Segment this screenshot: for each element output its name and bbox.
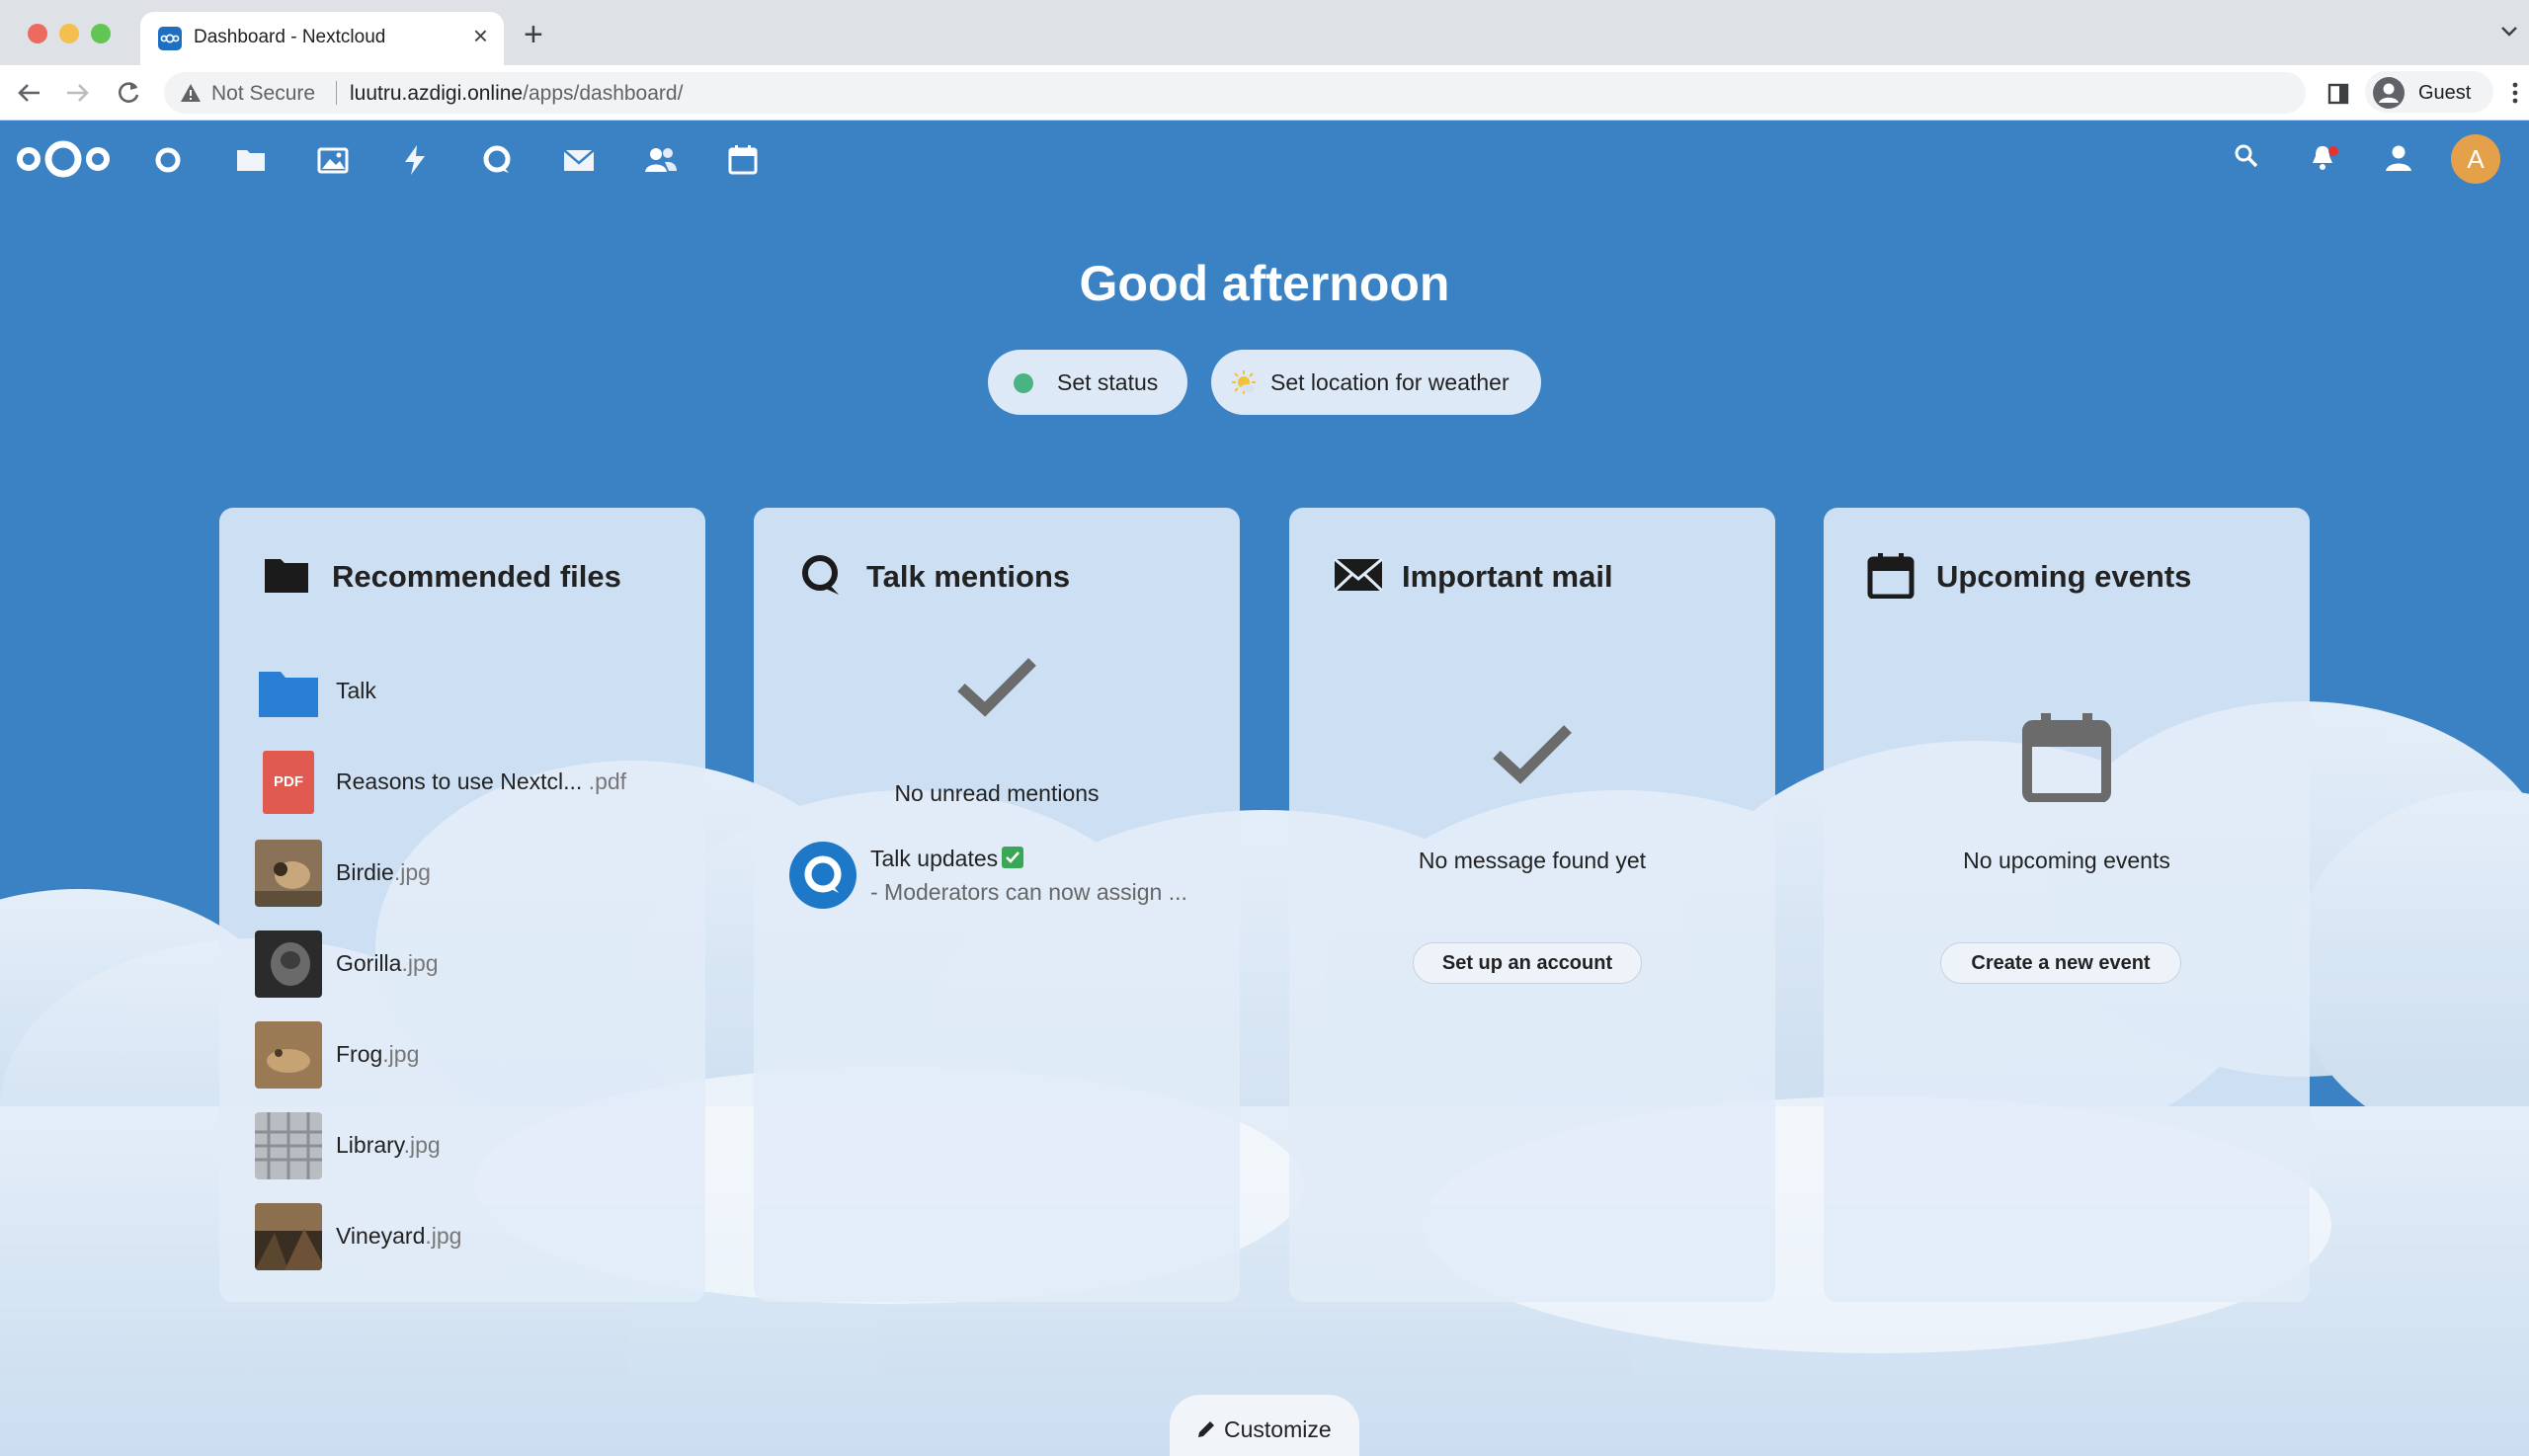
nextcloud-favicon-icon: [158, 27, 182, 50]
file-name: Frog.jpg: [336, 1041, 420, 1067]
nextcloud-header: A: [0, 121, 2529, 198]
file-item-frog[interactable]: Frog.jpg: [255, 1021, 670, 1089]
talk-item-subtitle: - Moderators can now assign ...: [870, 879, 1187, 905]
file-item-vineyard[interactable]: Vineyard.jpg: [255, 1203, 670, 1270]
user-avatar[interactable]: A: [2451, 134, 2500, 184]
photos-icon[interactable]: [315, 142, 351, 178]
file-name: Library.jpg: [336, 1132, 441, 1158]
customize-button[interactable]: Customize: [1170, 1395, 1359, 1456]
file-item-library[interactable]: Library.jpg: [255, 1112, 670, 1179]
file-item-talk[interactable]: Talk: [255, 658, 670, 725]
url-divider: [336, 81, 337, 105]
reload-icon[interactable]: [115, 79, 142, 107]
green-checkmark-icon: [1002, 847, 1024, 868]
recommended-files-widget: Recommended files Talk PDF Reasons to us…: [219, 508, 705, 1302]
talk-logo-icon: [804, 855, 842, 893]
pdf-file-icon: PDF: [255, 749, 322, 816]
greeting-title: Good afternoon: [1079, 256, 1450, 311]
address-bar[interactable]: Not Secure luutru.azdigi.online/apps/das…: [164, 72, 2306, 114]
folder-icon: [265, 559, 308, 593]
tab-search-chevron-icon[interactable]: [2499, 24, 2519, 38]
set-up-account-button[interactable]: Set up an account: [1413, 942, 1642, 984]
profile-name: Guest: [2418, 82, 2472, 104]
online-status-dot-icon: [1014, 373, 1033, 393]
search-icon[interactable]: [2233, 142, 2260, 170]
contacts-menu-icon[interactable]: [2383, 142, 2414, 174]
notification-badge: [2328, 146, 2338, 156]
new-tab-icon[interactable]: +: [524, 18, 543, 51]
browser-menu-icon[interactable]: [2511, 81, 2519, 105]
browser-tab-bar: Dashboard - Nextcloud × +: [0, 0, 2529, 65]
activity-icon[interactable]: [397, 142, 433, 178]
side-panel-icon[interactable]: [2327, 83, 2349, 105]
folder-thumbnail-icon: [259, 672, 318, 717]
files-icon[interactable]: [233, 142, 269, 178]
url-host: luutru.azdigi.online: [350, 82, 524, 105]
checkmark-icon: [1493, 725, 1572, 784]
profile-button[interactable]: Guest: [2365, 71, 2493, 113]
empty-state-text: No message found yet: [1418, 848, 1647, 873]
talk-icon[interactable]: [479, 142, 515, 178]
tab-title: Dashboard - Nextcloud: [194, 27, 386, 47]
talk-conversation-avatar: [789, 842, 857, 909]
create-new-event-button[interactable]: Create a new event: [1940, 942, 2181, 984]
library-image-thumbnail: [255, 1112, 322, 1179]
security-status-label[interactable]: Not Secure: [211, 82, 315, 106]
weather-sun-icon: [1232, 370, 1256, 394]
upcoming-events-widget: Upcoming events No upcoming events Creat…: [1824, 508, 2310, 1302]
vineyard-image-thumbnail: [255, 1203, 322, 1270]
calendar-icon: [1867, 553, 1915, 599]
set-weather-location-button[interactable]: Set location for weather: [1211, 350, 1541, 415]
important-mail-widget: Important mail No message found yet Set …: [1289, 508, 1775, 1302]
dashboard-icon[interactable]: [150, 142, 186, 178]
calendar-empty-icon: [2022, 713, 2111, 802]
checkmark-icon: [957, 658, 1036, 717]
file-name: Reasons to use Nextcl... .pdf: [336, 768, 627, 794]
browser-tab-dashboard[interactable]: Dashboard - Nextcloud ×: [140, 12, 504, 65]
file-name: Gorilla.jpg: [336, 950, 439, 976]
pencil-icon: [1198, 1421, 1214, 1437]
talk-mentions-widget: Talk mentions No unread mentions Talk up…: [754, 508, 1240, 1302]
talk-conversation-item[interactable]: Talk updates - Moderators can now assign…: [789, 834, 1224, 913]
browser-toolbar: Not Secure luutru.azdigi.online/apps/das…: [0, 65, 2529, 121]
back-arrow-icon[interactable]: [16, 79, 43, 107]
set-weather-label: Set location for weather: [1270, 369, 1509, 395]
calendar-icon[interactable]: [725, 142, 761, 178]
warning-triangle-icon[interactable]: [180, 83, 202, 103]
url-path: /apps/dashboard/: [523, 82, 684, 105]
set-status-button[interactable]: Set status: [988, 350, 1187, 415]
frog-image-thumbnail: [255, 1021, 322, 1089]
contacts-icon[interactable]: [643, 142, 679, 178]
tab-close-icon[interactable]: ×: [473, 23, 488, 48]
file-name: Birdie.jpg: [336, 859, 431, 885]
birdie-image-thumbnail: [255, 840, 322, 907]
window-zoom-button[interactable]: [91, 24, 111, 43]
widget-title: Talk mentions: [866, 559, 1071, 594]
profile-avatar-icon: [2373, 77, 2405, 109]
window-close-button[interactable]: [28, 24, 47, 43]
mail-icon: [1333, 557, 1384, 593]
forward-arrow-icon[interactable]: [63, 79, 91, 107]
set-status-label: Set status: [1057, 369, 1159, 395]
gorilla-image-thumbnail: [255, 930, 322, 998]
empty-state-text: No unread mentions: [894, 780, 1100, 806]
talk-icon: [802, 555, 839, 595]
talk-item-title: Talk updates: [870, 846, 1024, 872]
mail-icon[interactable]: [561, 142, 597, 178]
widget-title: Important mail: [1402, 559, 1613, 594]
customize-label: Customize: [1224, 1416, 1332, 1442]
file-name: Talk: [336, 678, 376, 703]
widget-title: Recommended files: [332, 559, 621, 594]
file-item-gorilla[interactable]: Gorilla.jpg: [255, 930, 670, 998]
file-name: Vineyard.jpg: [336, 1223, 462, 1249]
url-text[interactable]: luutru.azdigi.online/apps/dashboard/: [350, 82, 683, 106]
file-item-birdie[interactable]: Birdie.jpg: [255, 840, 670, 907]
file-item-pdf[interactable]: PDF Reasons to use Nextcl... .pdf: [255, 749, 670, 816]
window-minimize-button[interactable]: [59, 24, 79, 43]
empty-state-text: No upcoming events: [1963, 848, 2170, 873]
nextcloud-logo-icon[interactable]: [16, 136, 111, 182]
widget-title: Upcoming events: [1936, 559, 2192, 594]
